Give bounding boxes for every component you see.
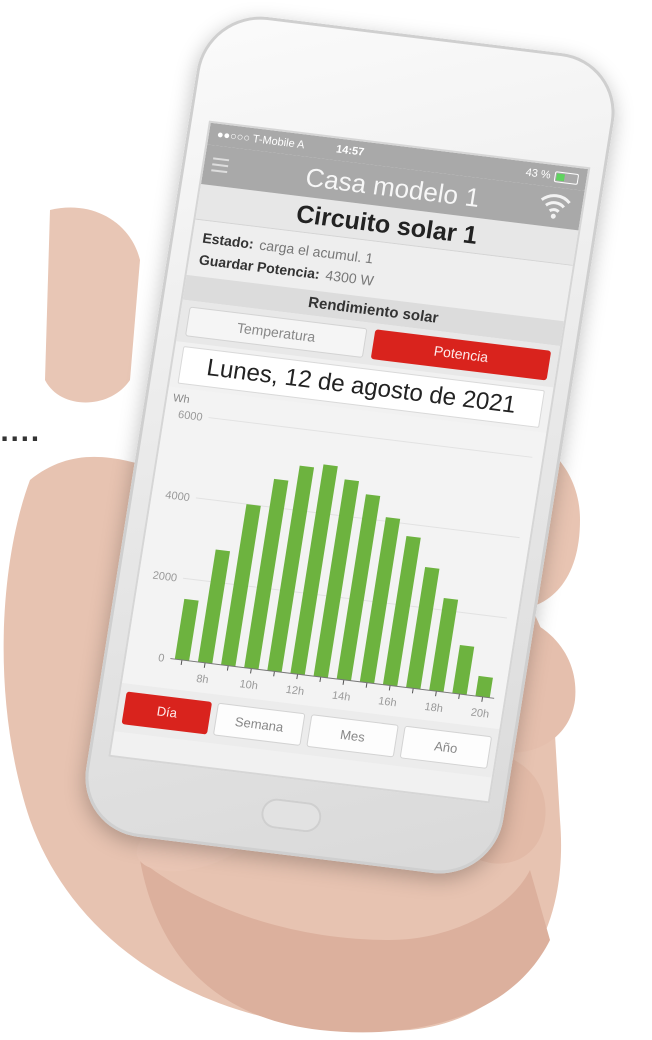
phone-device: ●●○○○ T-Mobile A 14:57 43 % Casa modelo …	[76, 9, 624, 881]
y-tick-label: 2000	[152, 570, 178, 585]
x-tick-label: 8h	[195, 673, 209, 686]
x-tick-label: 10h	[239, 678, 259, 692]
y-axis-label: Wh	[172, 392, 190, 406]
y-tick-label: 0	[157, 652, 165, 665]
bar	[429, 597, 459, 693]
x-tick-mark	[319, 676, 322, 683]
x-tick-mark	[481, 696, 484, 702]
estado-label: Estado:	[201, 229, 255, 252]
tab-mes[interactable]: Mes	[306, 714, 399, 758]
hamburger-menu-icon[interactable]	[210, 157, 230, 177]
x-tick-mark	[342, 679, 345, 685]
battery-icon	[553, 170, 580, 185]
wifi-icon[interactable]	[535, 187, 574, 225]
y-tick-label: 6000	[177, 409, 203, 424]
x-tick-label: 20h	[470, 707, 490, 721]
x-tick-mark	[296, 674, 299, 680]
energy-bar-chart: Wh 0 2000 4000 6000 8h 10h 12h 14h 16h 18h 20h	[152, 392, 533, 721]
x-tick-label: 12h	[285, 684, 305, 698]
bar	[475, 675, 493, 698]
tab-semana[interactable]: Semana	[212, 702, 306, 747]
y-tick-label: 4000	[164, 489, 190, 504]
chart-area: Wh 0 2000 4000 6000 8h 10h 12h 14h 16h 18h 20h	[121, 386, 547, 730]
x-tick-mark	[458, 693, 460, 700]
bar	[174, 598, 199, 661]
app-screen: ●●○○○ T-Mobile A 14:57 43 % Casa modelo …	[108, 120, 591, 804]
home-button[interactable]	[259, 796, 324, 834]
clock-label: 14:57	[335, 143, 366, 159]
x-tick-mark	[411, 688, 414, 694]
x-tick-mark	[226, 665, 229, 671]
battery-indicator: 43 %	[525, 167, 580, 185]
x-tick-mark	[250, 668, 252, 674]
dotted-leader: ....	[0, 419, 41, 447]
x-tick-mark	[388, 685, 391, 691]
tab-ano[interactable]: Año	[399, 725, 493, 769]
x-tick-label: 18h	[424, 701, 444, 715]
tab-dia[interactable]: Día	[121, 691, 213, 735]
battery-percent: 43 %	[524, 166, 552, 182]
x-tick-mark	[203, 662, 206, 668]
x-tick-mark	[273, 671, 275, 677]
potencia-value: 4300 W	[324, 266, 375, 289]
x-tick-mark	[365, 682, 368, 688]
gridline	[208, 417, 533, 458]
x-tick-mark	[180, 659, 183, 665]
x-tick-label: 16h	[377, 695, 397, 709]
x-tick-label: 14h	[331, 690, 351, 704]
x-tick-mark	[435, 691, 437, 697]
bar	[452, 644, 475, 695]
